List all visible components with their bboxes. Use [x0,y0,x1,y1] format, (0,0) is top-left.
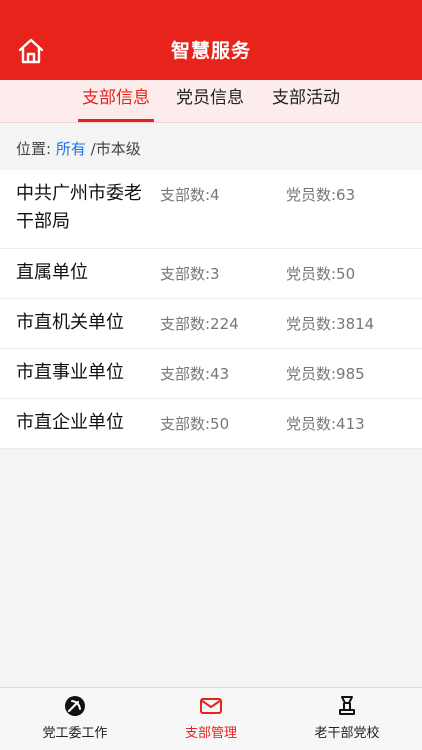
tab-label: 支部信息 [82,88,150,108]
branch-count: 支部数:3 [160,265,220,283]
member-count: 党员数:50 [286,265,356,283]
branch-count: 支部数:4 [160,186,220,204]
unit-name: 市直事业单位 [16,362,124,383]
breadcrumb: 位置: 所有 /市本级 [16,138,141,159]
member-count: 党员数:985 [286,365,365,383]
party-emblem-icon [65,696,85,716]
breadcrumb-prefix: 位置: [16,140,52,158]
school-icon [339,696,355,715]
list-item[interactable]: 中共广州市委老干部局 支部数:4 党员数:63 [0,170,422,249]
nav-label: 支部管理 [184,726,237,741]
branch-count: 支部数:224 [160,315,239,333]
unit-name: 市直机关单位 [16,312,124,333]
tab-branch-activity[interactable]: 支部活动 [268,86,344,118]
list-item[interactable]: 市直企业单位 支部数:50 党员数:413 [0,399,422,449]
branch-count: 支部数:43 [160,365,230,383]
member-count: 党员数:3814 [286,315,375,333]
list-item[interactable]: 市直机关单位 支部数:224 党员数:3814 [0,299,422,349]
nav-party-work[interactable]: 党工委工作 [5,694,145,741]
top-tabs: 支部信息 党员信息 支部活动 [0,80,422,123]
nav-label: 党工委工作 [42,726,108,741]
list-item[interactable]: 直属单位 支部数:3 党员数:50 [0,249,422,299]
member-count: 党员数:413 [286,415,365,433]
active-tab-indicator [78,119,154,122]
tab-label: 支部活动 [272,88,340,108]
member-count: 党员数:63 [286,186,356,204]
list-item[interactable]: 市直事业单位 支部数:43 党员数:985 [0,349,422,399]
branch-list: 中共广州市委老干部局 支部数:4 党员数:63 直属单位 支部数:3 党员数:5… [0,170,422,449]
tab-member-info[interactable]: 党员信息 [172,86,248,118]
unit-name: 中共广州市委老干部局 [16,183,142,232]
bottom-nav: 党工委工作 支部管理 老干部党校 [0,687,422,750]
tab-label: 党员信息 [176,88,244,108]
breadcrumb-current: /市本级 [90,140,141,158]
nav-label: 老干部党校 [314,726,380,741]
branch-count: 支部数:50 [160,415,230,433]
nav-branch-management[interactable]: 支部管理 [141,694,281,741]
mail-icon [200,698,222,714]
unit-name: 市直企业单位 [16,412,124,433]
nav-party-school[interactable]: 老干部党校 [277,694,417,741]
tab-branch-info[interactable]: 支部信息 [78,86,154,122]
breadcrumb-link-all[interactable]: 所有 [56,140,86,158]
app-header: 智慧服务 [0,0,422,80]
page-title: 智慧服务 [170,40,251,62]
unit-name: 直属单位 [16,262,88,283]
